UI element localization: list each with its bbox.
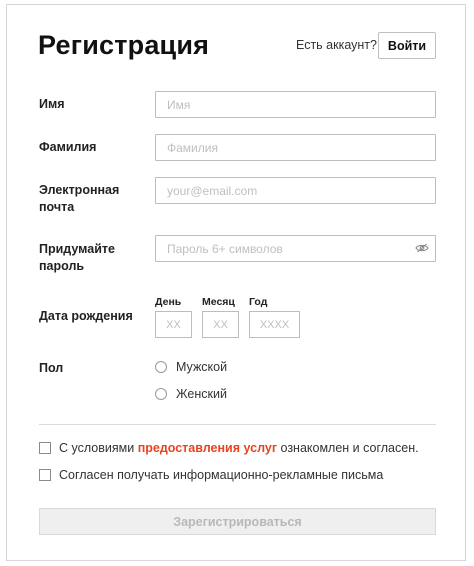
terms-checkbox[interactable] [39, 442, 51, 454]
terms-prefix: С условиями [59, 441, 138, 455]
terms-link[interactable]: предоставления услуг [138, 441, 277, 455]
day-input[interactable] [155, 311, 192, 338]
email-label-line1: Электронная [39, 183, 120, 197]
password-label-line2: пароль [39, 259, 85, 273]
email-input[interactable] [155, 177, 436, 204]
divider [39, 424, 436, 425]
register-button[interactable]: Зарегистрироваться [39, 508, 436, 535]
newsletter-checkbox[interactable] [39, 469, 51, 481]
page-title: Регистрация [38, 30, 210, 60]
email-label-line2: почта [39, 200, 75, 214]
first-name-label: Имя [39, 97, 65, 111]
year-input[interactable] [249, 311, 300, 338]
password-input[interactable] [155, 235, 436, 262]
gender-label: Пол [39, 361, 64, 375]
gender-male-label[interactable]: Мужской [176, 360, 227, 374]
last-name-label: Фамилия [39, 140, 97, 154]
month-header: Месяц [202, 296, 235, 308]
newsletter-text: Согласен получать информационно-рекламны… [59, 468, 384, 482]
birth-date-label: Дата рождения [39, 309, 133, 323]
eye-off-icon[interactable] [415, 243, 429, 253]
terms-suffix: ознакомлен и согласен. [277, 441, 419, 455]
password-label-line1: Придумайте [39, 242, 115, 256]
first-name-input[interactable] [155, 91, 436, 118]
have-account-text: Есть аккаунт? [296, 38, 377, 52]
gender-male-radio[interactable] [155, 361, 167, 373]
last-name-input[interactable] [155, 134, 436, 161]
day-header: День [155, 296, 182, 308]
gender-female-label[interactable]: Женский [176, 387, 227, 401]
email-label: Электронная почта [39, 182, 119, 216]
terms-text: С условиями предоставления услуг ознаком… [59, 441, 419, 455]
gender-female-radio[interactable] [155, 388, 167, 400]
login-button[interactable]: Войти [378, 32, 436, 59]
year-header: Год [249, 296, 268, 308]
password-label: Придумайте пароль [39, 241, 115, 275]
month-input[interactable] [202, 311, 239, 338]
